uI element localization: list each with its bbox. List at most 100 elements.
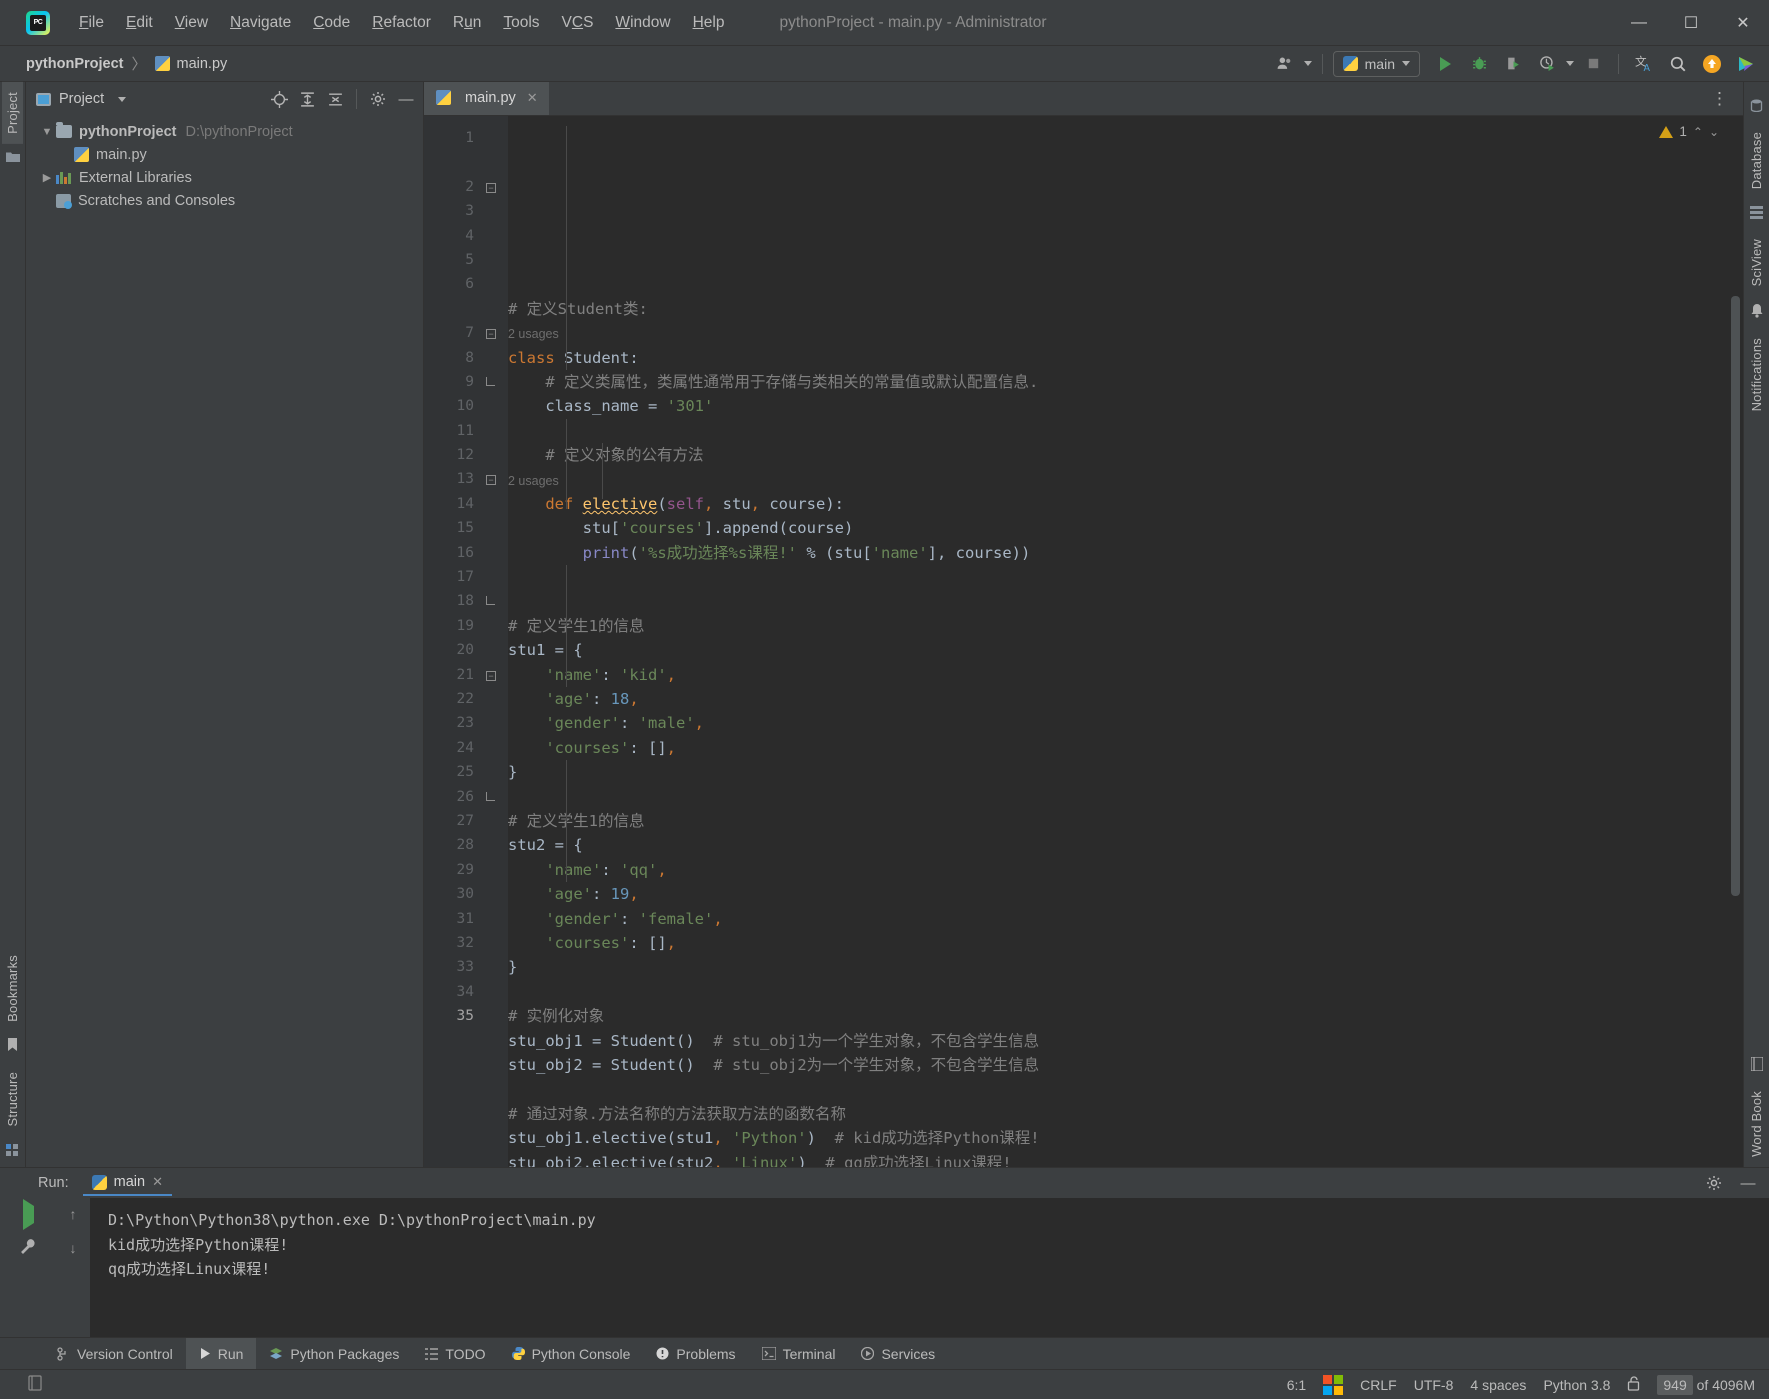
tool-window-python-console[interactable]: Python Console xyxy=(499,1338,644,1369)
unlocked-icon[interactable] xyxy=(1627,1375,1640,1394)
run-tab-main[interactable]: main ✕ xyxy=(82,1170,172,1196)
code-line[interactable] xyxy=(508,419,1743,443)
code-line[interactable]: 'courses': [], xyxy=(508,736,1743,760)
fold-marker[interactable]: − xyxy=(486,321,508,345)
memory-indicator[interactable]: 949 of 4096M xyxy=(1657,1374,1755,1395)
code-line[interactable]: 'gender': 'male', xyxy=(508,711,1743,735)
menu-window[interactable]: Window xyxy=(604,10,681,36)
code-line[interactable]: 'age': 19, xyxy=(508,882,1743,906)
code-line[interactable]: # 定义对象的公有方法 xyxy=(508,443,1743,467)
menu-edit[interactable]: Edit xyxy=(115,10,164,36)
code-line[interactable]: # 定义学生1的信息 xyxy=(508,614,1743,638)
menu-file[interactable]: File xyxy=(68,10,115,36)
account-icon[interactable] xyxy=(1270,50,1300,78)
code-line[interactable]: 'age': 18, xyxy=(508,687,1743,711)
fold-marker[interactable]: − xyxy=(486,467,508,491)
debug-icon[interactable] xyxy=(1464,50,1494,78)
menu-code[interactable]: Code xyxy=(302,10,361,36)
close-icon[interactable]: ✕ xyxy=(527,90,538,106)
sidebar-tab-sciview[interactable]: SciView xyxy=(1746,229,1767,296)
bookmark-icon[interactable] xyxy=(7,1038,18,1055)
fold-marker[interactable] xyxy=(486,785,508,809)
breadcrumb-file[interactable]: main.py xyxy=(177,56,228,72)
hide-panel-icon[interactable]: — xyxy=(393,86,419,112)
stop-icon[interactable] xyxy=(1578,50,1608,78)
profile-icon[interactable] xyxy=(1532,50,1562,78)
menu-run[interactable]: Run xyxy=(442,10,492,36)
tree-node-main-py[interactable]: main.py xyxy=(26,143,423,166)
wrench-icon[interactable] xyxy=(20,1238,37,1260)
sidebar-tab-notifications[interactable]: Notifications xyxy=(1746,328,1767,421)
coverage-icon[interactable] xyxy=(1498,50,1528,78)
tool-window-problems[interactable]: Problems xyxy=(643,1338,748,1369)
file-encoding[interactable]: UTF-8 xyxy=(1414,1377,1454,1393)
run-icon[interactable] xyxy=(1430,50,1460,78)
code-editor[interactable]: 1 2 3 4 5 6 7 8 9 10 11 12 13 14 15 16 17 18 19 20 21 22 23 24 2… xyxy=(424,116,1743,1167)
fold-marker[interactable]: − xyxy=(486,663,508,687)
tool-window-terminal[interactable]: Terminal xyxy=(749,1338,849,1369)
word-book-icon[interactable] xyxy=(1749,1056,1764,1074)
code-line[interactable] xyxy=(508,785,1743,809)
menu-tools[interactable]: Tools xyxy=(492,10,550,36)
previous-problem-icon[interactable]: ⌃ xyxy=(1693,125,1703,139)
sidebar-tab-bookmarks[interactable]: Bookmarks xyxy=(2,945,23,1032)
code-line[interactable]: class_name = '301' xyxy=(508,394,1743,418)
chevron-right-icon[interactable]: ▶ xyxy=(38,171,56,184)
code-line[interactable]: stu['courses'].append(course) xyxy=(508,516,1743,540)
code-usages-hint[interactable]: 2 usages xyxy=(508,321,1743,345)
more-options-icon[interactable]: ⋮ xyxy=(1703,89,1737,109)
code-line[interactable]: stu1 = { xyxy=(508,638,1743,662)
translate-icon[interactable]: 文A xyxy=(1629,50,1659,78)
run-configuration-selector[interactable]: main xyxy=(1332,50,1420,77)
code-line[interactable]: stu_obj1.elective(stu1, 'Python') # kid成… xyxy=(508,1126,1743,1150)
tool-window-run[interactable]: Run xyxy=(185,1338,257,1369)
sidebar-tab-structure[interactable]: Structure xyxy=(2,1062,23,1137)
run-console-output[interactable]: D:\Python\Python38\python.exe D:\pythonP… xyxy=(90,1198,1769,1337)
menu-refactor[interactable]: Refactor xyxy=(361,10,442,36)
code-line[interactable] xyxy=(508,590,1743,614)
breadcrumb-project[interactable]: pythonProject xyxy=(26,56,123,72)
code-line[interactable]: stu_obj2 = Student() # stu_obj2为一个学生对象，不… xyxy=(508,1053,1743,1077)
code-line[interactable]: } xyxy=(508,760,1743,784)
tree-node-external-libraries[interactable]: ▶ External Libraries xyxy=(26,166,423,189)
python-interpreter[interactable]: Python 3.8 xyxy=(1543,1377,1610,1393)
code-line[interactable]: 'name': 'kid', xyxy=(508,663,1743,687)
close-icon[interactable]: ✕ xyxy=(152,1174,163,1190)
code-line[interactable]: class Student: xyxy=(508,346,1743,370)
tool-window-version-control[interactable]: Version Control xyxy=(44,1338,186,1369)
settings-gear-icon[interactable] xyxy=(1701,1170,1727,1196)
minimize-panel-icon[interactable]: — xyxy=(1735,1170,1761,1196)
tool-window-todo[interactable]: TODO xyxy=(412,1338,498,1369)
line-separator[interactable]: CRLF xyxy=(1360,1377,1397,1393)
project-view-chevron-down-icon[interactable] xyxy=(118,96,127,102)
editor-tab-main-py[interactable]: main.py ✕ xyxy=(424,82,549,115)
windows-logo-icon[interactable] xyxy=(1323,1374,1344,1395)
indent-setting[interactable]: 4 spaces xyxy=(1470,1377,1526,1393)
code-line[interactable]: } xyxy=(508,955,1743,979)
fold-marker[interactable] xyxy=(486,589,508,613)
code-line[interactable]: 'courses': [], xyxy=(508,931,1743,955)
profile-chevron-down-icon[interactable] xyxy=(1566,61,1574,66)
code-line[interactable]: # 定义类属性，类属性通常用于存储与类相关的常量值或默认配置信息. xyxy=(508,370,1743,394)
next-problem-icon[interactable]: ⌄ xyxy=(1709,125,1719,139)
fold-marker[interactable]: − xyxy=(486,175,508,199)
scroll-down-icon[interactable]: ↓ xyxy=(70,1240,77,1256)
notifications-bell-icon[interactable] xyxy=(1751,303,1763,321)
menu-view[interactable]: View xyxy=(164,10,219,36)
tool-window-python-packages[interactable]: Python Packages xyxy=(256,1338,412,1369)
editor-scrollbar-track[interactable] xyxy=(1727,116,1743,1167)
maximize-button[interactable]: ☐ xyxy=(1665,0,1717,46)
code-line[interactable]: stu_obj1 = Student() # stu_obj1为一个学生对象，不… xyxy=(508,1029,1743,1053)
code-content[interactable]: # 定义Student类: 2 usages class Student: # 定义… xyxy=(508,116,1743,1167)
chevron-down-icon[interactable]: ▼ xyxy=(38,126,56,138)
menu-help[interactable]: Help xyxy=(682,10,736,36)
code-line[interactable]: # 通过对象.方法名称的方法获取方法的函数名称 xyxy=(508,1102,1743,1126)
database-icon[interactable] xyxy=(1750,99,1763,115)
rerun-icon[interactable] xyxy=(22,1199,34,1230)
sidebar-tab-project[interactable]: Project xyxy=(2,82,23,144)
inspection-status[interactable]: 1 ⌃ ⌄ xyxy=(1659,124,1719,139)
sidebar-tab-word-book[interactable]: Word Book xyxy=(1746,1081,1767,1167)
settings-gear-icon[interactable] xyxy=(365,86,391,112)
tool-window-services[interactable]: Services xyxy=(848,1338,948,1369)
code-line[interactable]: def elective(self, stu, course): xyxy=(508,492,1743,516)
